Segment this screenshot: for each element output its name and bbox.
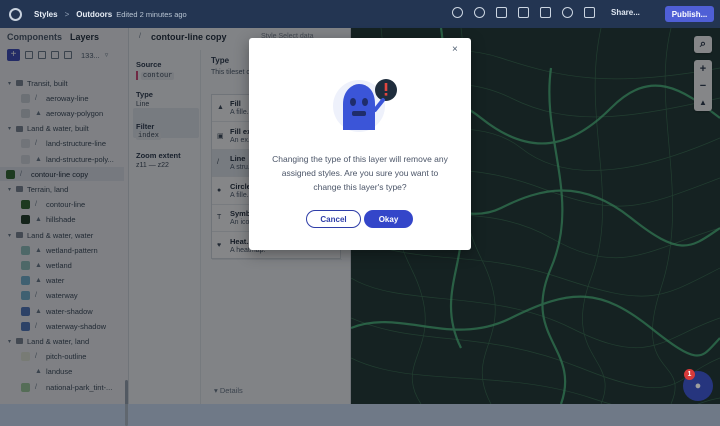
- breadcrumb-separator: >: [64, 9, 70, 19]
- edited-status: Edited 2 minutes ago: [116, 9, 187, 19]
- preview-icon[interactable]: [540, 7, 551, 18]
- change-type-dialog: × Changing the type of this layer will r…: [249, 38, 471, 250]
- warning-mascot-icon: [333, 79, 397, 132]
- settings-icon[interactable]: [562, 7, 573, 18]
- notification-badge: 1: [684, 369, 695, 380]
- help-icon[interactable]: [452, 7, 463, 18]
- dialog-message: Changing the type of this layer will rem…: [272, 154, 448, 192]
- share-button[interactable]: Share...: [611, 8, 640, 17]
- breadcrumb-outdoors[interactable]: Outdoors: [76, 10, 112, 19]
- export-icon[interactable]: [584, 7, 595, 18]
- breadcrumb-styles[interactable]: Styles: [34, 10, 58, 19]
- toolbar-icons: [452, 7, 595, 18]
- publish-button[interactable]: Publish...: [665, 6, 714, 22]
- notification-bell-icon: ●: [694, 380, 702, 392]
- close-icon[interactable]: ×: [452, 44, 458, 55]
- mapbox-logo-icon[interactable]: [9, 7, 22, 21]
- top-bar: Styles > Outdoors Edited 2 minutes ago S…: [0, 0, 720, 28]
- layout-icon[interactable]: [518, 7, 529, 18]
- text-icon[interactable]: [496, 7, 507, 18]
- bug-icon[interactable]: [474, 7, 485, 18]
- cancel-button[interactable]: Cancel: [306, 210, 361, 228]
- okay-button[interactable]: Okay: [364, 210, 413, 228]
